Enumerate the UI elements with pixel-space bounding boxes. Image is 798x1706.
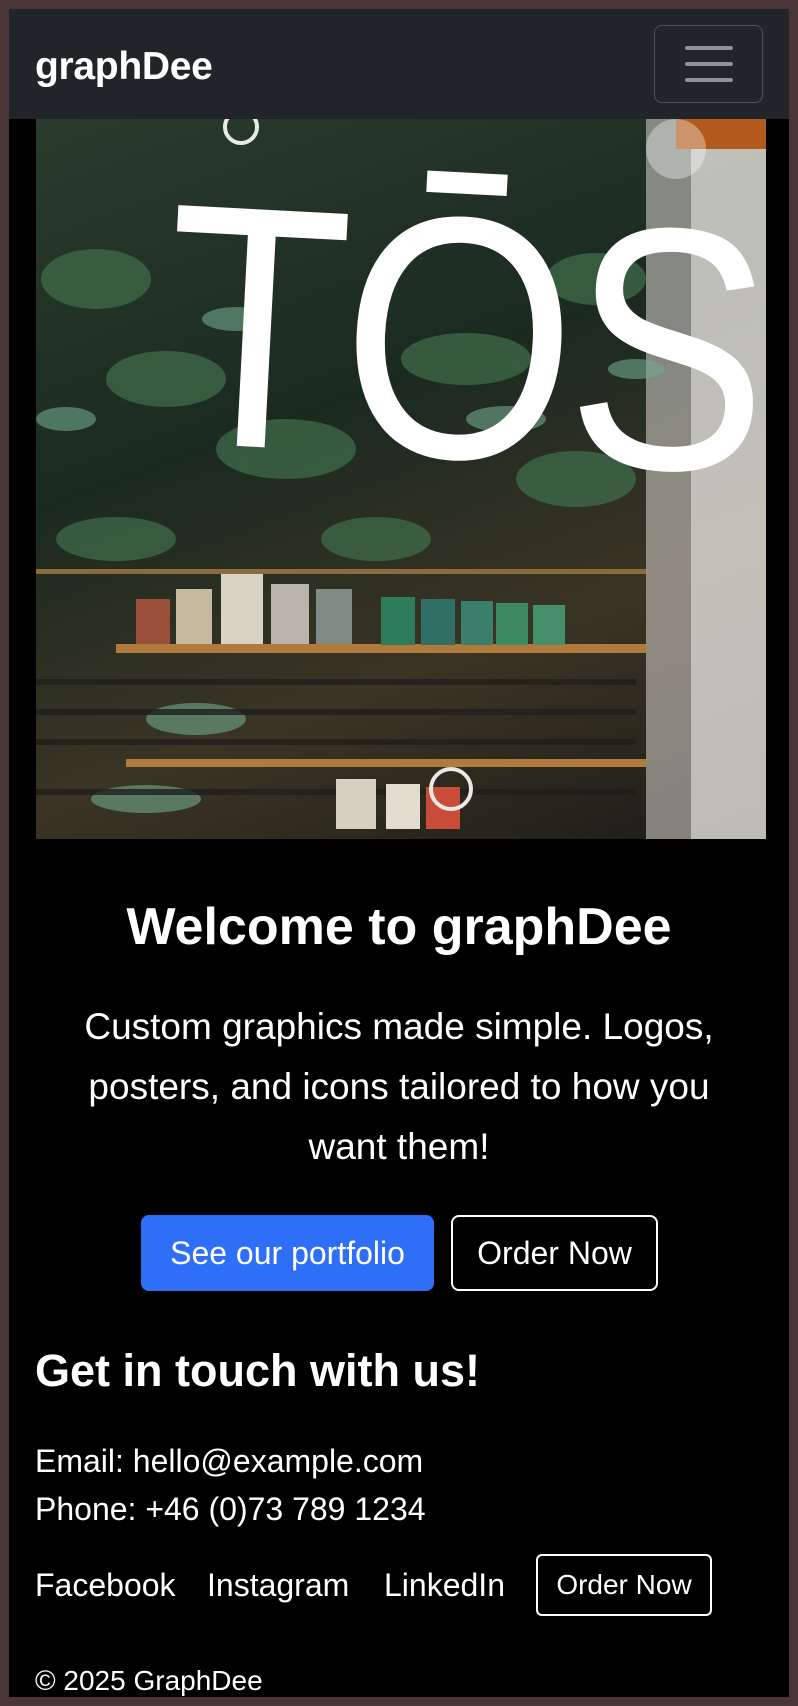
facebook-link[interactable]: Facebook xyxy=(35,1569,176,1601)
hero-image: TŌST xyxy=(36,119,766,839)
copyright-text: © 2025 GraphDee xyxy=(35,1665,263,1696)
brand-logo-link[interactable]: graphDee xyxy=(35,47,213,86)
linkedin-link[interactable]: LinkedIn xyxy=(384,1569,505,1601)
hamburger-menu-icon xyxy=(684,46,733,50)
contact-heading: Get in touch with us! xyxy=(35,1345,480,1396)
tagline: Custom graphics made simple. Logos, post… xyxy=(84,1006,714,1167)
see-portfolio-button[interactable]: See our portfolio xyxy=(141,1215,434,1291)
navbar-toggle-button[interactable] xyxy=(654,25,763,103)
hamburger-menu-icon xyxy=(684,78,733,82)
hero-sign-text: TŌST xyxy=(155,130,766,556)
footer-order-now-button[interactable]: Order Now xyxy=(536,1554,712,1616)
hamburger-menu-icon xyxy=(684,62,733,66)
hero-photo-illustration: TŌST xyxy=(36,119,766,839)
instagram-link[interactable]: Instagram xyxy=(207,1569,349,1601)
navbar: graphDee xyxy=(9,9,789,119)
page-title: Welcome to graphDee xyxy=(126,898,672,956)
contact-email: Email: hello@example.com xyxy=(35,1443,424,1479)
contact-phone: Phone: +46 (0)73 789 1234 xyxy=(35,1491,426,1527)
page-frame: graphDee TŌST Welcome to graphDee Custom… xyxy=(9,9,789,1697)
order-now-button[interactable]: Order Now xyxy=(451,1215,658,1291)
